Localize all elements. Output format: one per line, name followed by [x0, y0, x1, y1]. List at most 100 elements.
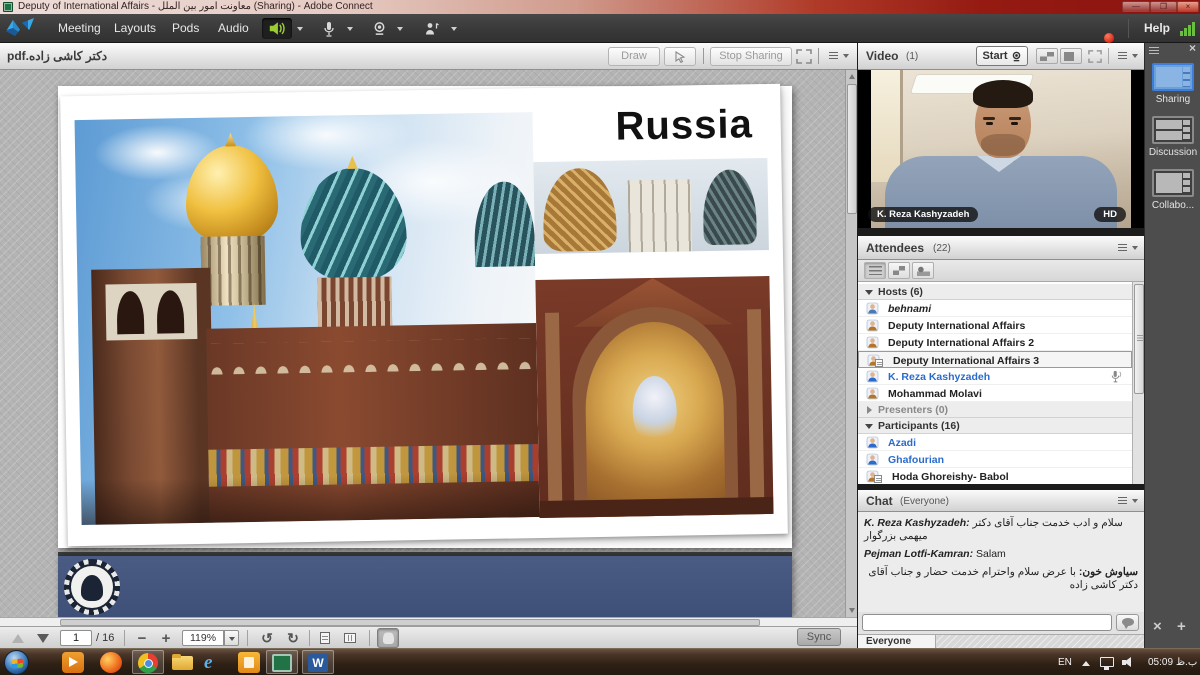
scroll-up-icon[interactable] — [849, 74, 855, 79]
page-up-button[interactable] — [12, 629, 24, 647]
draw-button[interactable]: Draw — [608, 47, 660, 66]
webcam-button[interactable] — [366, 18, 392, 39]
microphone-button[interactable] — [316, 18, 342, 39]
page-down-button[interactable] — [37, 629, 49, 647]
microphone-dropdown[interactable] — [344, 18, 357, 39]
menu-pods[interactable]: Pods — [162, 14, 209, 43]
attendee-row[interactable]: behnami — [858, 300, 1132, 317]
attendees-scrollbar[interactable] — [1132, 282, 1144, 484]
fit-width-button[interactable] — [320, 629, 330, 647]
pdf-page-1: Russia — [58, 86, 792, 548]
orange-app-icon[interactable] — [238, 652, 260, 673]
grid-view-icon[interactable] — [1036, 48, 1058, 64]
layout-thumb-sharing[interactable] — [1152, 63, 1194, 91]
start-button[interactable] — [4, 650, 29, 675]
attendee-row[interactable]: Deputy International Affairs 2 — [858, 334, 1132, 351]
pan-tool-button[interactable] — [377, 628, 399, 648]
media-player-icon[interactable] — [62, 652, 84, 673]
scroll-down-icon[interactable] — [849, 608, 855, 613]
fullscreen-icon[interactable] — [796, 49, 812, 64]
rotate-right-button[interactable]: ↻ — [284, 629, 302, 647]
layout-label-discussion[interactable]: Discussion — [1145, 147, 1200, 158]
maximize-button[interactable]: ❐ — [1150, 1, 1177, 12]
tray-hidden-icons-chevron[interactable] — [1082, 661, 1090, 666]
rotate-left-button[interactable]: ↺ — [258, 629, 276, 647]
zoom-out-button[interactable]: − — [134, 629, 150, 647]
webcam-dropdown[interactable] — [394, 18, 407, 39]
chat-pod-menu-icon[interactable] — [1118, 495, 1138, 509]
zoom-in-button[interactable]: + — [158, 629, 174, 647]
file-explorer-icon[interactable] — [172, 652, 194, 673]
grid-view-button[interactable] — [888, 262, 910, 279]
chrome-taskbar-button[interactable] — [132, 650, 164, 674]
word-taskbar-button[interactable]: W — [302, 650, 334, 674]
add-layout-icon[interactable]: + — [1177, 618, 1186, 635]
fullscreen-icon[interactable] — [1088, 50, 1102, 63]
layout-label-sharing[interactable]: Sharing — [1145, 94, 1200, 105]
network-icon[interactable] — [1100, 657, 1114, 667]
layouts-menu-icon[interactable] — [1149, 47, 1159, 55]
speaker-button[interactable] — [262, 18, 292, 39]
zoom-level-value[interactable]: 119% — [182, 630, 224, 646]
tray-clock[interactable]: 05:09 ب.ظ — [1148, 649, 1197, 675]
status-view-button[interactable] — [912, 262, 934, 279]
participants-section-header[interactable]: Participants (16) — [858, 418, 1132, 434]
list-view-button[interactable] — [864, 262, 886, 279]
start-webcam-button[interactable]: Start — [976, 46, 1028, 66]
status-dropdown[interactable] — [448, 18, 461, 39]
close-pod-icon[interactable]: × — [1153, 618, 1162, 635]
pointer-tool-button[interactable] — [664, 47, 696, 66]
divider — [309, 630, 310, 646]
chat-sender: سیاوش خون: — [1079, 566, 1138, 578]
attendees-list[interactable]: Hosts (6) behnami Deputy International A… — [858, 282, 1144, 484]
hosts-section-header[interactable]: Hosts (6) — [858, 284, 1132, 300]
university-logo — [64, 559, 120, 615]
attendee-row[interactable]: Azadi — [858, 434, 1132, 451]
share-pod-menu-icon[interactable] — [829, 50, 849, 64]
stop-sharing-button[interactable]: Stop Sharing — [710, 47, 792, 66]
attendee-row[interactable]: K. Reza Kashyzadeh — [858, 368, 1132, 385]
send-message-button[interactable] — [1116, 614, 1139, 631]
menu-audio[interactable]: Audio — [208, 14, 259, 43]
page-number-input[interactable] — [60, 630, 92, 646]
set-status-button[interactable] — [418, 18, 446, 39]
chat-message-list[interactable]: K. Reza Kashyzadeh: سلام و ادب خدمت جناب… — [858, 512, 1144, 610]
vertical-scroll-thumb[interactable] — [847, 84, 857, 214]
internet-explorer-icon[interactable]: e — [204, 652, 226, 673]
vertical-scrollbar[interactable] — [845, 70, 857, 617]
horizontal-scrollbar[interactable] — [0, 617, 857, 626]
attendees-pod-menu-icon[interactable] — [1118, 242, 1138, 256]
document-viewport[interactable]: Russia — [0, 70, 857, 617]
layout-thumb-discussion[interactable] — [1152, 116, 1194, 144]
layout-thumb-collaboration[interactable] — [1152, 169, 1194, 197]
fit-page-button[interactable] — [345, 629, 355, 647]
minimize-button[interactable]: — — [1122, 1, 1150, 12]
layout-label-collaboration[interactable]: Collabo... — [1145, 200, 1200, 211]
sync-button[interactable]: Sync — [797, 628, 841, 646]
menu-layouts[interactable]: Layouts — [104, 14, 166, 43]
horizontal-scroll-thumb[interactable] — [60, 619, 760, 626]
window-title-bar[interactable]: Deputy of International Affairs - معاونت… — [0, 0, 1200, 14]
menu-help[interactable]: Help — [1134, 14, 1180, 43]
filmstrip-view-icon[interactable] — [1060, 48, 1082, 64]
close-layouts-icon[interactable]: × — [1189, 41, 1196, 55]
chat-input[interactable] — [862, 614, 1112, 631]
speaker-dropdown[interactable] — [294, 18, 307, 39]
video-pod-menu-icon[interactable] — [1118, 50, 1138, 64]
connection-signal-icon[interactable] — [1180, 22, 1196, 36]
menu-meeting[interactable]: Meeting — [48, 14, 111, 43]
zoom-dropdown[interactable] — [224, 630, 239, 646]
presenters-section-header[interactable]: Presenters (0) — [858, 402, 1132, 418]
excel-taskbar-button[interactable] — [266, 650, 298, 674]
attendee-row[interactable]: Ghafourian — [858, 451, 1132, 468]
microphone-icon — [323, 21, 335, 37]
tab-everyone[interactable]: Everyone — [858, 635, 936, 649]
attendee-row-sharing[interactable]: Deputy International Affairs 3 — [858, 351, 1132, 368]
tray-language[interactable]: EN — [1058, 649, 1072, 675]
firefox-icon[interactable] — [100, 652, 122, 673]
attendee-row[interactable]: Deputy International Affairs — [858, 317, 1132, 334]
attendee-row[interactable]: Mohammad Molavi — [858, 385, 1132, 402]
attendees-scroll-thumb[interactable] — [1134, 284, 1144, 394]
attendee-row[interactable]: Hoda Ghoreishy- Babol — [858, 468, 1132, 484]
close-button[interactable]: × — [1177, 1, 1199, 12]
